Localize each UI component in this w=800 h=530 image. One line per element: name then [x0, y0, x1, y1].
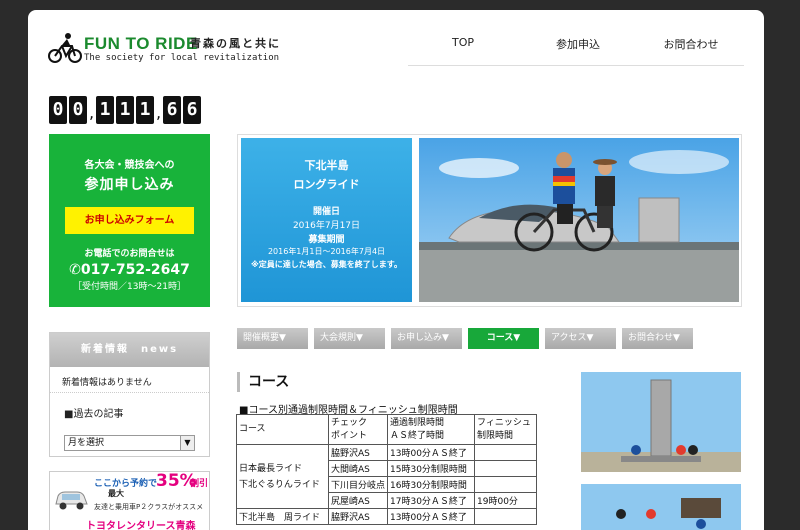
phone-heading: お電話でのお問合せは	[84, 249, 175, 259]
section-title: コース	[237, 372, 289, 392]
site-logo[interactable]: FUN TO RIDE 青森の風と共に The society for loca…	[48, 32, 288, 74]
event-info-panel[interactable]: 下北半島 ロングライド 開催日 2016年7月17日 募集期間 2016年1月1…	[241, 138, 412, 302]
month-select[interactable]: 月を選択 ▼	[64, 435, 195, 451]
tab-access[interactable]: アクセス▼	[545, 328, 616, 349]
application-form-button[interactable]: お申し込みフォーム	[65, 207, 194, 234]
phone-number-text: 017-752-2647	[80, 262, 190, 278]
counter-digit: 1	[96, 96, 114, 124]
entry-line1: 各大会・競技会への	[84, 160, 175, 171]
monument-photo	[581, 372, 741, 472]
event-date: 2016年7月17日	[292, 221, 361, 231]
phone-number: ✆017-752-2647	[49, 262, 210, 278]
logo-title: FUN TO RIDE	[84, 34, 198, 53]
past-articles-label: ■過去の記事	[64, 409, 124, 420]
group-photo	[581, 484, 741, 530]
table-header: 通過制限時間 ＡＳ終了時間	[387, 414, 476, 445]
counter-digit: 1	[116, 96, 134, 124]
banner-line1: ここから予約で	[94, 479, 158, 489]
table-row: 日本最長ライド 下北ぐるりんライド 脇野沢AS 13時00分ＡＳ終了	[236, 444, 538, 509]
table-header: チェック ポイント	[327, 414, 389, 445]
course-time-table: コース チェック ポイント 通過制限時間 ＡＳ終了時間 フィニッシュ 制限時間 …	[236, 414, 538, 525]
counter-digit: 6	[163, 96, 181, 124]
entry-line2: 参加申し込み	[84, 177, 175, 193]
table-header: コース	[236, 414, 329, 445]
counter-digit: 0	[49, 96, 67, 124]
checkpoint-cell: 大間崎AS	[327, 460, 389, 477]
checkpoint-cell: 脇野沢AS	[327, 444, 389, 461]
banner-brand: トヨタレンタリース青森	[86, 521, 196, 530]
finish-cell	[474, 508, 538, 525]
tab-rules[interactable]: 大会規則▼	[314, 328, 385, 349]
counter-digit: 6	[183, 96, 201, 124]
finish-cell	[474, 476, 538, 493]
nav-top[interactable]: TOP	[408, 32, 518, 65]
time-cell: 16時30分制限時間	[387, 476, 476, 493]
event-title-line1: 下北半島	[304, 159, 349, 172]
news-panel: 新着情報 news 新着情報はありません ■過去の記事 月を選択 ▼	[49, 332, 210, 457]
top-nav: TOP 参加申込 お問合わせ	[408, 32, 744, 66]
nav-contact[interactable]: お問合わせ	[638, 32, 744, 65]
news-empty-text: 新着情報はありません	[50, 367, 209, 393]
counter-digit: 1	[136, 96, 154, 124]
course-subnav: 開催概要▼ 大会規則▼ お申し込み▼ コース▼ アクセス▼ お問合わせ▼	[237, 328, 693, 349]
registration-period-label: 募集期間	[308, 235, 345, 245]
event-title-line2: ロングライド	[293, 178, 360, 191]
logo-subtitle: 青森の風と共に	[190, 37, 281, 50]
phone-hours: ［受付時間／13時～21時］	[73, 282, 186, 292]
registration-period: 2016年1月1日～2016年7月4日	[267, 247, 386, 256]
hero-banner: 下北半島 ロングライド 開催日 2016年7月17日 募集期間 2016年1月1…	[237, 134, 742, 307]
time-cell: 13時00分ＡＳ終了	[387, 444, 476, 461]
counter-separator: ,	[156, 103, 162, 122]
finish-cell: 19時00分	[474, 492, 538, 509]
rental-car-banner[interactable]: ここから予約で 最大 35% 割引 友達と乗用車P２クラスがオススメ トヨタレン…	[49, 471, 210, 530]
course-name: 下北半島 周ライド	[236, 508, 329, 525]
time-cell: 15時30分制限時間	[387, 460, 476, 477]
finish-cell	[474, 460, 538, 477]
counter-separator: ,	[89, 103, 95, 122]
car-icon	[55, 491, 88, 510]
chevron-down-icon: ▼	[180, 436, 194, 450]
checkpoint-cell: 脇野沢AS	[327, 508, 389, 525]
time-cell: 13時00分ＡＳ終了	[387, 508, 476, 525]
page: FUN TO RIDE 青森の風と共に The society for loca…	[28, 10, 764, 530]
table-row: 下北半島 周ライド 脇野沢AS 13時00分ＡＳ終了	[236, 508, 538, 525]
tab-application[interactable]: お申し込み▼	[391, 328, 462, 349]
finish-cell	[474, 444, 538, 461]
banner-off-label: 割引	[190, 479, 209, 489]
tab-overview[interactable]: 開催概要▼	[237, 328, 308, 349]
banner-line2: 友達と乗用車P２クラスがオススメ	[94, 503, 204, 511]
month-select-value: 月を選択	[68, 438, 105, 448]
tab-course[interactable]: コース▼	[468, 328, 539, 349]
tab-contact[interactable]: お問合わせ▼	[622, 328, 693, 349]
banner-max-label: 最大	[108, 489, 124, 498]
nav-apply[interactable]: 参加申込	[518, 32, 638, 65]
table-header-row: コース チェック ポイント 通過制限時間 ＡＳ終了時間 フィニッシュ 制限時間	[236, 414, 538, 445]
visitor-counter: 0 0 , 1 1 1 , 6 6	[49, 96, 201, 124]
phone-icon: ✆	[69, 262, 81, 278]
entry-box: 各大会・競技会への 参加申し込み お申し込みフォーム お電話でのお問合せは ✆0…	[49, 134, 210, 307]
checkpoint-cell: 下川目分岐点	[327, 476, 389, 493]
cyclist-logo-icon	[48, 33, 82, 63]
logo-tagline: The society for local revitalization	[84, 53, 280, 63]
event-date-label: 開催日	[312, 207, 340, 217]
course-name: 日本最長ライド 下北ぐるりんライド	[236, 444, 329, 509]
news-heading: 新着情報 news	[50, 333, 209, 367]
capacity-note: ※定員に達した場合、募集を終了します。	[251, 260, 402, 269]
cyclists-photo	[419, 138, 739, 302]
table-header: フィニッシュ 制限時間	[474, 414, 538, 445]
counter-digit: 0	[69, 96, 87, 124]
checkpoint-cell: 尻屋崎AS	[327, 492, 389, 509]
time-cell: 17時30分ＡＳ終了	[387, 492, 476, 509]
